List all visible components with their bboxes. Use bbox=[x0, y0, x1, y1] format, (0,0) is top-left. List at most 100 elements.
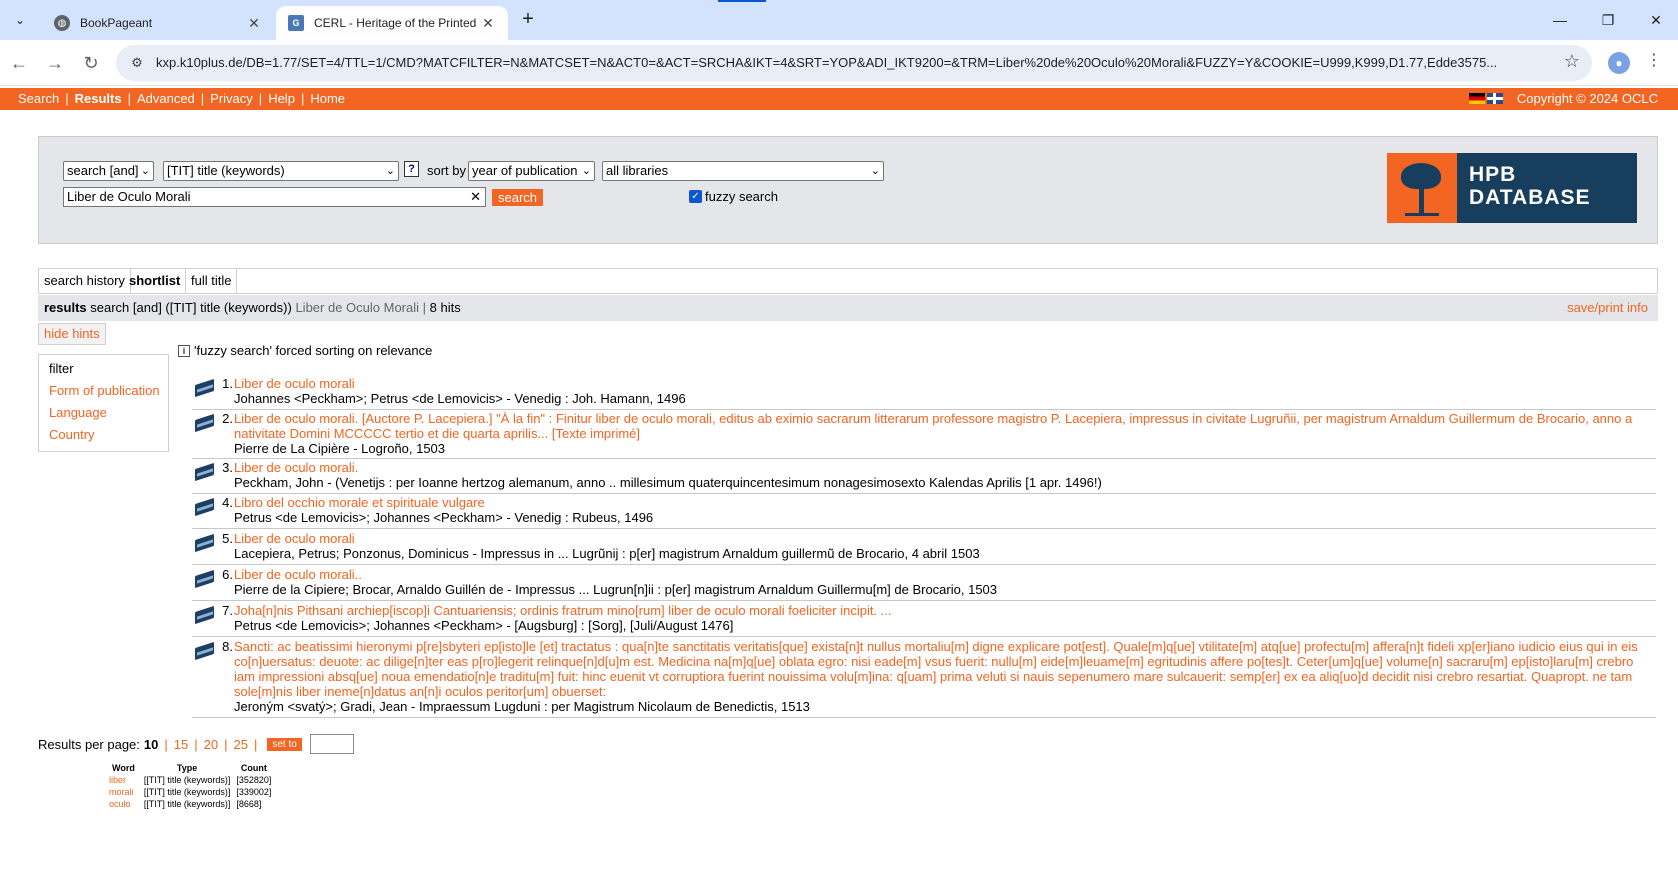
close-icon[interactable]: ✕ bbox=[480, 15, 496, 32]
result-number: 8. bbox=[222, 639, 233, 654]
nav-link-privacy[interactable]: Privacy bbox=[210, 91, 253, 106]
per-page-option-15[interactable]: 15 bbox=[174, 737, 188, 752]
result-meta: Pierre de La Cipière - Logroño, 1503 bbox=[234, 441, 446, 456]
hide-hints-button[interactable]: hide hints bbox=[38, 323, 106, 345]
result-title-link[interactable]: Joha[n]nis Pithsani archiep[iscop]i Cant… bbox=[234, 603, 1654, 618]
sort-select[interactable]: year of publication ⌄ bbox=[468, 161, 595, 181]
site-nav-bar: Search | Results | Advanced | Privacy | Help | Hom… bbox=[0, 88, 1678, 110]
word-link[interactable]: oculo bbox=[106, 798, 141, 810]
hit-count: 8 hits bbox=[429, 300, 461, 315]
result-title-link[interactable]: Liber de oculo morali. [Auctore P. Lacep… bbox=[234, 411, 1654, 441]
result-title-link[interactable]: Sancti: ac beatissimi hieronymi p[re]sby… bbox=[234, 639, 1654, 699]
tab-full-title[interactable]: full title bbox=[186, 269, 238, 293]
nav-link-help[interactable]: Help bbox=[268, 91, 295, 106]
filter-heading: filter bbox=[49, 361, 74, 376]
filter-form-of-publication[interactable]: Form of publication bbox=[49, 381, 168, 403]
search-button[interactable]: search bbox=[492, 189, 544, 206]
site-nav-links: Search | Results | Advanced | Privacy | Help | Hom… bbox=[18, 91, 346, 106]
new-tab-button[interactable]: + bbox=[516, 8, 540, 32]
word-link[interactable]: morali bbox=[106, 786, 141, 798]
chevron-down-icon: ⌄ bbox=[140, 165, 150, 177]
result-item: 6. Liber de oculo morali.. Pierre de la … bbox=[192, 567, 1656, 601]
url-text[interactable]: kxp.k10plus.de/DB=1.77/SET=4/TTL=1/CMD?M… bbox=[156, 55, 1536, 70]
search-input[interactable]: Liber de Oculo Morali ✕ bbox=[63, 187, 486, 207]
book-icon bbox=[194, 462, 216, 480]
tab-search-button[interactable]: ⌄ bbox=[6, 6, 34, 34]
address-bar[interactable]: ⚙ kxp.k10plus.de/DB=1.77/SET=4/TTL=1/CMD… bbox=[116, 45, 1592, 81]
result-number: 5. bbox=[222, 531, 233, 546]
result-number: 1. bbox=[222, 376, 233, 391]
hpb-database-logo: HPB DATABASE bbox=[1387, 153, 1637, 223]
library-select[interactable]: all libraries ⌄ bbox=[602, 161, 884, 181]
result-meta: Jeroným <svatý>; Gradi, Jean - Impraessu… bbox=[234, 699, 810, 714]
fuzzy-search-label: fuzzy search bbox=[705, 189, 778, 204]
table-row: liber [[TIT] title (keywords)] [352820] bbox=[106, 774, 274, 786]
operator-select[interactable]: search [and] ⌄ bbox=[63, 161, 154, 181]
save-print-link[interactable]: save/print info bbox=[1567, 295, 1648, 321]
reload-icon[interactable]: ↻ bbox=[78, 50, 104, 76]
result-number: 6. bbox=[222, 567, 233, 582]
english-flag-icon[interactable] bbox=[1487, 93, 1503, 104]
filter-panel: filter Form of publication Language Coun… bbox=[38, 354, 169, 452]
tab-search-history[interactable]: search history bbox=[39, 269, 131, 293]
set-to-button[interactable]: set to bbox=[267, 737, 302, 751]
sort-label: sort by bbox=[427, 163, 467, 178]
result-title-link[interactable]: Libro del occhio morale et spirituale vu… bbox=[234, 495, 1654, 510]
result-item: 2. Liber de oculo morali. [Auctore P. La… bbox=[192, 411, 1656, 459]
result-title-link[interactable]: Liber de oculo morali bbox=[234, 531, 1654, 546]
close-icon[interactable]: ✕ bbox=[246, 15, 262, 32]
forward-arrow-icon[interactable]: → bbox=[42, 50, 68, 76]
search-input-value: Liber de Oculo Morali bbox=[67, 189, 191, 204]
result-meta: Johannes <Peckham>; Petrus <de Lemovicis… bbox=[234, 391, 686, 406]
clear-icon[interactable]: ✕ bbox=[470, 188, 481, 206]
fuzzy-search-option[interactable]: ✓ fuzzy search bbox=[689, 189, 778, 204]
nav-link-search[interactable]: Search bbox=[18, 91, 59, 106]
nav-link-advanced[interactable]: Advanced bbox=[137, 91, 195, 106]
german-flag-icon[interactable] bbox=[1469, 93, 1485, 104]
column-header-count: Count bbox=[240, 763, 267, 773]
word-type: [[TIT] title (keywords)] bbox=[143, 799, 231, 809]
back-arrow-icon[interactable]: ← bbox=[6, 50, 32, 76]
more-menu-icon[interactable]: ⋮ bbox=[1646, 50, 1662, 70]
nav-link-results[interactable]: Results bbox=[75, 91, 122, 106]
per-page-input[interactable] bbox=[309, 734, 354, 754]
result-item: 1. Liber de oculo morali Johannes <Peckh… bbox=[192, 376, 1656, 410]
result-title-link[interactable]: Liber de oculo morali bbox=[234, 376, 1654, 391]
word-link[interactable]: liber bbox=[106, 774, 141, 786]
field-select-value: [TIT] title (keywords) bbox=[167, 163, 285, 178]
result-title-link[interactable]: Liber de oculo morali. bbox=[234, 460, 1654, 475]
bookmark-star-icon[interactable]: ☆ bbox=[1564, 51, 1580, 72]
results-per-page: Results per page: 10 | 15 | 20 | 25 | se… bbox=[38, 734, 354, 754]
fuzzy-search-checkbox[interactable]: ✓ bbox=[689, 190, 702, 203]
window-close-icon[interactable]: ✕ bbox=[1636, 8, 1676, 32]
result-meta: Lacepiera, Petrus; Ponzonus, Dominicus -… bbox=[234, 546, 980, 561]
result-meta: Petrus <de Lemovicis>; Johannes <Peckham… bbox=[234, 510, 654, 525]
result-number: 7. bbox=[222, 603, 233, 618]
tab-shortlist[interactable]: shortlist bbox=[124, 269, 187, 293]
nav-link-home[interactable]: Home bbox=[310, 91, 345, 106]
profile-avatar-icon[interactable]: ● bbox=[1608, 52, 1630, 74]
tab-cerl[interactable]: G CERL - Heritage of the Printed B ✕ bbox=[276, 6, 508, 40]
result-item: 8. Sancti: ac beatissimi hieronymi p[re]… bbox=[192, 639, 1656, 718]
result-title-link[interactable]: Liber de oculo morali.. bbox=[234, 567, 1654, 582]
view-tabs: search history shortlist full title bbox=[38, 268, 1658, 294]
word-count: [8668] bbox=[236, 799, 262, 809]
tab-bookpageant[interactable]: ◍ BookPageant ✕ bbox=[42, 6, 274, 40]
result-item: 7. Joha[n]nis Pithsani archiep[iscop]i C… bbox=[192, 603, 1656, 637]
per-page-option-25[interactable]: 25 bbox=[233, 737, 247, 752]
minimize-icon[interactable]: — bbox=[1540, 8, 1580, 32]
sort-select-value: year of publication bbox=[472, 163, 578, 178]
word-count: [352820] bbox=[236, 775, 272, 785]
browser-tab-strip: ⌄ ◍ BookPageant ✕ G CERL - Heritage of t… bbox=[0, 0, 1678, 40]
book-icon bbox=[194, 378, 216, 396]
per-page-option-20[interactable]: 20 bbox=[204, 737, 218, 752]
filter-country[interactable]: Country bbox=[49, 425, 168, 447]
filter-language[interactable]: Language bbox=[49, 403, 168, 425]
field-select[interactable]: [TIT] title (keywords) ⌄ bbox=[163, 161, 399, 181]
query-description: search [and] ([TIT] title (keywords)) bbox=[90, 300, 292, 315]
help-icon[interactable]: ? bbox=[404, 161, 419, 177]
result-item: 5. Liber de oculo morali Lacepiera, Petr… bbox=[192, 531, 1656, 565]
site-info-icon[interactable]: ⚙ bbox=[128, 54, 146, 72]
restore-icon[interactable]: ❐ bbox=[1588, 8, 1628, 32]
tab-title: CERL - Heritage of the Printed B bbox=[314, 16, 480, 30]
